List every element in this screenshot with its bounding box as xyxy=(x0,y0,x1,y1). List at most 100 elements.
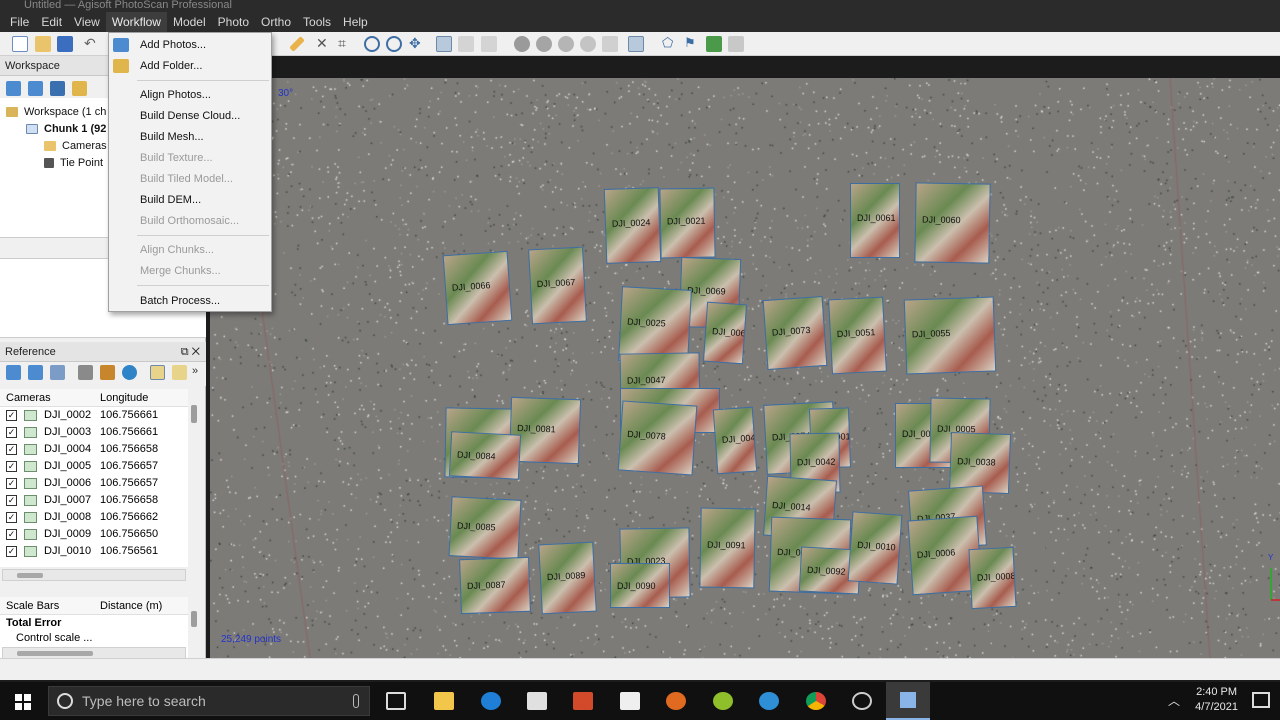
row-checkbox[interactable]: ✓ xyxy=(6,512,17,523)
table-row[interactable]: ✓ DJI_0002 106.756661 xyxy=(0,407,188,424)
textured-model-icon[interactable] xyxy=(580,36,596,52)
tile-view-icon[interactable] xyxy=(458,36,474,52)
table-row[interactable]: ✓ DJI_0005 106.756657 xyxy=(0,458,188,475)
store-icon[interactable] xyxy=(527,692,547,710)
export-icon[interactable] xyxy=(28,365,43,380)
view-errors-icon[interactable] xyxy=(172,365,187,380)
camera-thumbnail[interactable]: DJI_0055 xyxy=(903,296,997,375)
camera-view-icon[interactable] xyxy=(628,36,644,52)
table-row[interactable]: ✓ DJI_0003 106.756661 xyxy=(0,424,188,441)
reference-vscrollbar[interactable] xyxy=(188,389,200,567)
add-chunk-icon[interactable] xyxy=(6,81,21,96)
windows-start-icon[interactable] xyxy=(15,694,31,710)
orthomosaic-icon[interactable] xyxy=(728,36,744,52)
camera-thumbnail[interactable]: DJI_0067 xyxy=(528,246,587,325)
zoom-out-icon[interactable] xyxy=(386,36,402,52)
camera-thumbnail[interactable]: DJI_0068 xyxy=(702,301,748,365)
chevron-up-icon[interactable]: ︿ xyxy=(1168,692,1180,709)
scale-vscrollbar[interactable] xyxy=(188,597,200,647)
zoom-in-icon[interactable] xyxy=(364,36,380,52)
table-row[interactable]: ✓ DJI_0010 106.756561 xyxy=(0,543,188,560)
tree-item-workspace[interactable]: Workspace (1 ch xyxy=(6,104,106,120)
camera-thumbnail[interactable]: DJI_0084 xyxy=(448,431,522,480)
menu-item-add-folder[interactable]: Add Folder... xyxy=(140,56,202,76)
grid-view-icon[interactable] xyxy=(436,36,452,52)
camera-thumbnail[interactable]: DJI_0008 xyxy=(968,546,1017,610)
photoscan-task-button[interactable] xyxy=(886,682,930,720)
row-checkbox[interactable]: ✓ xyxy=(6,495,17,506)
qgis-icon[interactable] xyxy=(713,692,733,710)
table-row[interactable]: ✓ DJI_0007 106.756658 xyxy=(0,492,188,509)
tree-item-tie-points[interactable]: Tie Point xyxy=(44,155,103,171)
tree-item-cameras[interactable]: Cameras xyxy=(44,138,107,154)
menu-view[interactable]: View xyxy=(68,12,106,32)
wireframe-model-icon[interactable] xyxy=(558,36,574,52)
add-photos-icon[interactable] xyxy=(28,81,43,96)
add-folder-icon[interactable] xyxy=(72,81,87,96)
firefox-icon[interactable] xyxy=(666,692,686,710)
add-markers-icon[interactable] xyxy=(50,81,65,96)
menu-model[interactable]: Model xyxy=(167,12,212,32)
menu-photo[interactable]: Photo xyxy=(212,12,255,32)
taskbar-search[interactable]: Type here to search xyxy=(48,686,370,716)
camera-thumbnail[interactable]: DJI_0010 xyxy=(847,511,903,585)
more-icon[interactable]: » xyxy=(192,365,207,380)
tiled-model-icon[interactable] xyxy=(602,36,618,52)
menu-edit[interactable]: Edit xyxy=(35,12,68,32)
clapper-icon[interactable] xyxy=(620,692,640,710)
table-row[interactable]: ✓ DJI_0009 106.756650 xyxy=(0,526,188,543)
model-viewport[interactable]: 30° DJI_0066 DJI_0067 DJI_0024 DJI_0021 DJI_… xyxy=(210,78,1280,658)
delete-icon[interactable]: ✕ xyxy=(316,36,332,52)
edge-icon[interactable] xyxy=(481,692,501,710)
move-icon[interactable]: ✥ xyxy=(409,36,425,52)
row-checkbox[interactable]: ✓ xyxy=(6,478,17,489)
obs-icon[interactable] xyxy=(852,692,872,710)
dem-icon[interactable] xyxy=(706,36,722,52)
camera-thumbnail[interactable]: DJI_0066 xyxy=(442,250,513,326)
camera-thumbnail[interactable]: DJI_0085 xyxy=(448,496,522,560)
crop-icon[interactable]: ⌗ xyxy=(338,36,354,52)
camera-thumbnail[interactable]: DJI_0024 xyxy=(603,187,662,264)
table-row[interactable]: ✓ DJI_0004 106.756658 xyxy=(0,441,188,458)
menu-item-add-photos[interactable]: Add Photos... xyxy=(140,35,206,55)
tree-item-chunk[interactable]: Chunk 1 (92 xyxy=(26,121,106,137)
camera-thumbnail[interactable]: DJI_0091 xyxy=(699,507,756,589)
table-row[interactable]: Control scale ... xyxy=(0,632,188,644)
camera-thumbnail[interactable]: DJI_0061 xyxy=(850,183,900,258)
camera-thumbnail[interactable]: DJI_0051 xyxy=(828,296,887,375)
ruler-icon[interactable] xyxy=(289,36,305,52)
menu-file[interactable]: File xyxy=(4,12,35,32)
table-row[interactable]: ✓ DJI_0008 106.756662 xyxy=(0,509,188,526)
new-project-icon[interactable] xyxy=(12,36,28,52)
update-icon[interactable] xyxy=(122,365,137,380)
clock[interactable]: 2:40 PM 4/7/2021 xyxy=(1195,685,1238,715)
menu-item-build-dem[interactable]: Build DEM... xyxy=(140,190,201,210)
camera-thumbnail[interactable]: DJI_0090 xyxy=(610,563,670,608)
panel-controls[interactable]: ⧉ ✕ xyxy=(181,342,200,362)
point-cloud-icon[interactable] xyxy=(481,36,497,52)
camera-thumbnail[interactable]: DJI_0073 xyxy=(762,295,828,371)
menu-item-build-dense-cloud[interactable]: Build Dense Cloud... xyxy=(140,106,240,126)
open-folder-icon[interactable] xyxy=(35,36,51,52)
shaded-model-icon[interactable] xyxy=(514,36,530,52)
camera-thumbnail[interactable]: DJI_0043 xyxy=(712,406,758,475)
menu-ortho[interactable]: Ortho xyxy=(255,12,297,32)
save-icon[interactable] xyxy=(57,36,73,52)
row-checkbox[interactable]: ✓ xyxy=(6,529,17,540)
table-row[interactable]: ✓ DJI_0006 106.756657 xyxy=(0,475,188,492)
notification-icon[interactable] xyxy=(1252,692,1270,708)
camera-thumbnail[interactable]: DJI_0078 xyxy=(617,400,698,476)
reference-hscrollbar[interactable] xyxy=(2,569,186,581)
globe-icon[interactable] xyxy=(759,692,779,710)
menu-tools[interactable]: Tools xyxy=(297,12,337,32)
menu-workflow[interactable]: Workflow xyxy=(105,12,167,32)
menu-item-build-mesh[interactable]: Build Mesh... xyxy=(140,127,204,147)
camera-thumbnail[interactable]: DJI_0089 xyxy=(538,541,597,615)
row-checkbox[interactable]: ✓ xyxy=(6,461,17,472)
undo-icon[interactable]: ↶ xyxy=(84,36,100,52)
menu-help[interactable]: Help xyxy=(337,12,374,32)
calculator-icon[interactable] xyxy=(78,365,93,380)
chrome-icon[interactable] xyxy=(806,692,826,710)
wrench-icon[interactable] xyxy=(100,365,115,380)
menu-item-align-photos[interactable]: Align Photos... xyxy=(140,85,211,105)
